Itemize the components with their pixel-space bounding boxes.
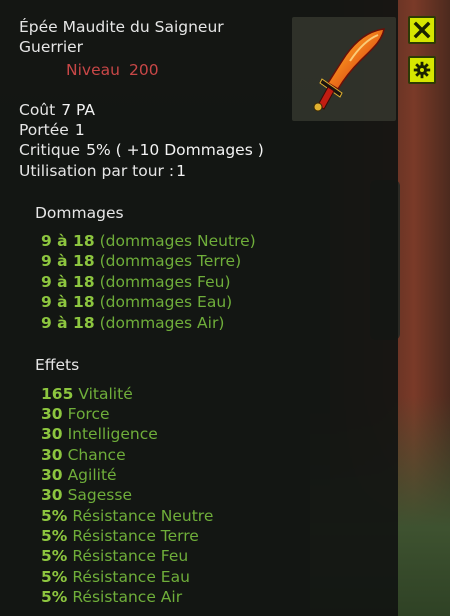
gear-icon xyxy=(413,61,431,79)
effect-stat: Résistance Feu xyxy=(72,547,189,565)
effect-stat: Force xyxy=(67,405,110,423)
settings-button[interactable] xyxy=(408,56,436,84)
stat-uses-label: Utilisation par tour : xyxy=(19,162,175,180)
effect-value: 30 xyxy=(41,466,63,484)
stat-range: Portée 1 xyxy=(19,120,85,140)
stat-uses-value: 1 xyxy=(176,162,186,180)
stat-critical: Critique 5% ( +10 Dommages ) xyxy=(19,140,264,160)
stat-critical-value: 5% ( +10 Dommages ) xyxy=(86,141,264,159)
stat-critical-label: Critique xyxy=(19,141,81,159)
stat-cost-label: Coût xyxy=(19,101,56,119)
damage-range: 9 à 18 xyxy=(41,252,95,270)
item-type: Guerrier xyxy=(19,38,84,56)
effect-stat: Sagesse xyxy=(67,486,132,504)
effect-line: 30 Intelligence xyxy=(41,424,158,444)
stat-range-value: 1 xyxy=(74,121,85,139)
effect-value: 165 xyxy=(41,385,74,403)
damage-element: (dommages Terre) xyxy=(99,252,242,270)
close-button[interactable] xyxy=(408,16,436,44)
effect-stat: Résistance Air xyxy=(72,588,183,606)
stat-uses-per-turn: Utilisation par tour :1 xyxy=(19,161,186,181)
damage-element: (dommages Feu) xyxy=(99,273,231,291)
damage-line: 9 à 18 (dommages Air) xyxy=(41,313,224,333)
effect-stat: Chance xyxy=(67,446,126,464)
item-level-label: Niveau xyxy=(66,61,120,79)
effect-value: 30 xyxy=(41,446,63,464)
item-tooltip-panel: Épée Maudite du Saigneur Guerrier Niveau… xyxy=(0,0,398,616)
effect-line: 5% Résistance Air xyxy=(41,587,182,607)
sword-icon xyxy=(313,28,385,112)
effect-value: 5% xyxy=(41,547,68,565)
damage-range: 9 à 18 xyxy=(41,273,95,291)
stat-cost-value: 7 PA xyxy=(61,101,95,119)
stat-range-label: Portée xyxy=(19,121,69,139)
effect-line: 5% Résistance Terre xyxy=(41,526,199,546)
effect-line: 30 Sagesse xyxy=(41,485,132,505)
close-icon xyxy=(413,21,431,39)
effect-line: 5% Résistance Eau xyxy=(41,567,190,587)
damage-element: (dommages Neutre) xyxy=(99,232,256,250)
effect-value: 5% xyxy=(41,507,68,525)
item-level-value: 200 xyxy=(129,61,159,79)
damage-line: 9 à 18 (dommages Eau) xyxy=(41,292,232,312)
damages-title: Dommages xyxy=(35,204,124,222)
effect-line: 5% Résistance Feu xyxy=(41,546,188,566)
effect-stat: Résistance Neutre xyxy=(72,507,214,525)
effect-line: 30 Force xyxy=(41,404,110,424)
effect-value: 30 xyxy=(41,425,63,443)
damage-element: (dommages Air) xyxy=(99,314,225,332)
damage-element: (dommages Eau) xyxy=(99,293,233,311)
effect-stat: Résistance Terre xyxy=(72,527,199,545)
effect-value: 5% xyxy=(41,527,68,545)
item-image xyxy=(292,17,396,121)
damage-range: 9 à 18 xyxy=(41,314,95,332)
effects-title: Effets xyxy=(35,356,80,374)
effect-value: 5% xyxy=(41,588,68,606)
damage-range: 9 à 18 xyxy=(41,232,95,250)
damage-line: 9 à 18 (dommages Terre) xyxy=(41,251,241,271)
effect-line: 30 Agilité xyxy=(41,465,117,485)
effect-stat: Agilité xyxy=(67,466,117,484)
damage-line: 9 à 18 (dommages Neutre) xyxy=(41,231,256,251)
damage-line: 9 à 18 (dommages Feu) xyxy=(41,272,231,292)
effect-line: 30 Chance xyxy=(41,445,126,465)
effect-value: 5% xyxy=(41,568,68,586)
item-name: Épée Maudite du Saigneur xyxy=(19,18,224,36)
damage-range: 9 à 18 xyxy=(41,293,95,311)
effect-line: 165 Vitalité xyxy=(41,384,133,404)
effect-stat: Intelligence xyxy=(67,425,158,443)
effect-line: 5% Résistance Neutre xyxy=(41,506,213,526)
effect-value: 30 xyxy=(41,405,63,423)
effect-stat: Résistance Eau xyxy=(72,568,190,586)
effect-value: 30 xyxy=(41,486,63,504)
stat-cost: Coût 7 PA xyxy=(19,100,95,120)
effect-stat: Vitalité xyxy=(78,385,133,403)
